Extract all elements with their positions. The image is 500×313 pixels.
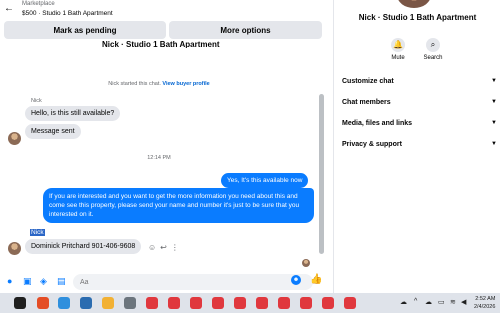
thumbs-up-icon[interactable]: 👍 [310, 274, 322, 285]
privacy-support-row[interactable]: Privacy & support ▼ [342, 141, 497, 153]
chrome-icon[interactable] [278, 297, 290, 309]
mute-label: Mute [391, 55, 405, 61]
view-buyer-profile-link[interactable]: View buyer profile [162, 81, 209, 87]
reply-icon[interactable]: ↩ [160, 243, 171, 252]
gif-icon[interactable]: ▤ [57, 276, 66, 287]
conversation-title: Nick · Studio 1 Bath Apartment [102, 40, 220, 48]
emoji-icon[interactable]: ☻ [291, 275, 301, 285]
chat-started-note: Nick started this chat. View buyer profi… [0, 81, 318, 87]
conversation-info-panel: Nick · Studio 1 Bath Apartment 🔔 Mute ⌕ … [333, 0, 500, 293]
folder-icon[interactable] [102, 297, 114, 309]
message-input[interactable] [73, 274, 313, 290]
back-arrow-icon[interactable]: ← [4, 3, 14, 14]
mute-button[interactable]: 🔔 Mute [383, 38, 413, 61]
wifi-icon[interactable]: ≋ [450, 298, 456, 306]
chrome-icon[interactable] [344, 297, 356, 309]
row-label: Privacy & support [342, 141, 402, 148]
row-label: Customize chat [342, 78, 394, 85]
contact-avatar[interactable] [397, 0, 431, 8]
chevron-down-icon: ▼ [491, 78, 497, 84]
outgoing-message[interactable]: If you are interested and you want to ge… [43, 188, 314, 223]
sender-name: Nick [31, 98, 42, 104]
weather-icon[interactable]: ☁ [400, 298, 407, 306]
message-actions: ☺↩⋮ [148, 243, 183, 252]
listing-title[interactable]: $500 · Studio 1 Bath Apartment [22, 10, 113, 17]
scrollbar[interactable] [318, 48, 325, 270]
selected-sender-name: Nick [30, 229, 45, 236]
brave-browser-icon[interactable] [37, 297, 49, 309]
microphone-icon[interactable]: ● [7, 276, 12, 286]
search-icon: ⌕ [426, 38, 440, 52]
chrome-icon[interactable] [146, 297, 158, 309]
sender-avatar[interactable] [8, 242, 21, 255]
chat-started-text: Nick started this chat. [108, 81, 161, 87]
chat-header: ← Marketplace $500 · Studio 1 Bath Apart… [0, 0, 327, 20]
incoming-message[interactable]: Hello, is this still available? [25, 106, 121, 121]
react-icon[interactable]: ☺ [148, 243, 160, 252]
volume-icon[interactable]: ◀ [461, 298, 466, 306]
scrollbar-thumb[interactable] [319, 94, 324, 254]
more-options-button[interactable]: More options [169, 21, 322, 39]
sticker-icon[interactable]: ◈ [40, 276, 47, 287]
chat-pane: ← Marketplace $500 · Studio 1 Bath Apart… [0, 0, 327, 293]
windows-taskbar: ☁ ^ ☁ ▭ ≋ ◀ 2:52 AM 2/4/2026 [0, 293, 500, 313]
chrome-icon[interactable] [190, 297, 202, 309]
row-label: Media, files and links [342, 120, 413, 127]
clock[interactable]: 2:52 AM 2/4/2026 [474, 295, 495, 311]
file-explorer-icon[interactable] [80, 297, 92, 309]
chrome-icon[interactable] [212, 297, 224, 309]
battery-icon[interactable]: ▭ [438, 298, 445, 306]
chevron-down-icon: ▼ [491, 99, 497, 105]
incoming-message[interactable]: Dominick Pritchard 901-406-9608 [25, 239, 142, 254]
sender-avatar[interactable] [8, 132, 21, 145]
clock-time: 2:52 AM [475, 296, 496, 302]
mark-as-pending-button[interactable]: Mark as pending [4, 21, 166, 39]
row-label: Chat members [342, 99, 391, 106]
chrome-icon[interactable] [168, 297, 180, 309]
chrome-icon[interactable] [300, 297, 312, 309]
chrome-icon[interactable] [322, 297, 334, 309]
chevron-down-icon: ▼ [491, 120, 497, 126]
time-separator: 12:14 PM [147, 155, 171, 161]
clock-date: 2/4/2026 [474, 304, 496, 310]
message-composer: ● ▣ ◈ ▤ ☻ 👍 [0, 271, 327, 293]
cloud-icon[interactable]: ☁ [425, 298, 432, 306]
outgoing-message[interactable]: Yes, It's this available now [221, 173, 309, 188]
search-button[interactable]: ⌕ Search [418, 38, 448, 61]
media-files-links-row[interactable]: Media, files and links ▼ [342, 120, 497, 132]
incoming-message[interactable]: Message sent [25, 124, 81, 139]
panel-title: Nick · Studio 1 Bath Apartment [358, 13, 477, 22]
customize-chat-row[interactable]: Customize chat ▼ [342, 78, 497, 90]
marketplace-label: Marketplace [22, 1, 55, 7]
seen-indicator-avatar [302, 259, 310, 267]
image-icon[interactable]: ▣ [23, 276, 32, 287]
chevron-up-icon[interactable]: ^ [414, 298, 417, 305]
bell-icon: 🔔 [391, 38, 405, 52]
chat-members-row[interactable]: Chat members ▼ [342, 99, 497, 111]
search-label: Search [423, 55, 443, 61]
edge-browser-icon[interactable] [58, 297, 70, 309]
chevron-down-icon: ▼ [491, 141, 497, 147]
chrome-icon[interactable] [234, 297, 246, 309]
app-icon[interactable] [124, 297, 136, 309]
message-list: Nick started this chat. View buyer profi… [0, 48, 318, 270]
more-icon[interactable]: ⋮ [171, 243, 183, 252]
chrome-icon[interactable] [256, 297, 268, 309]
start-icon[interactable] [14, 297, 26, 309]
